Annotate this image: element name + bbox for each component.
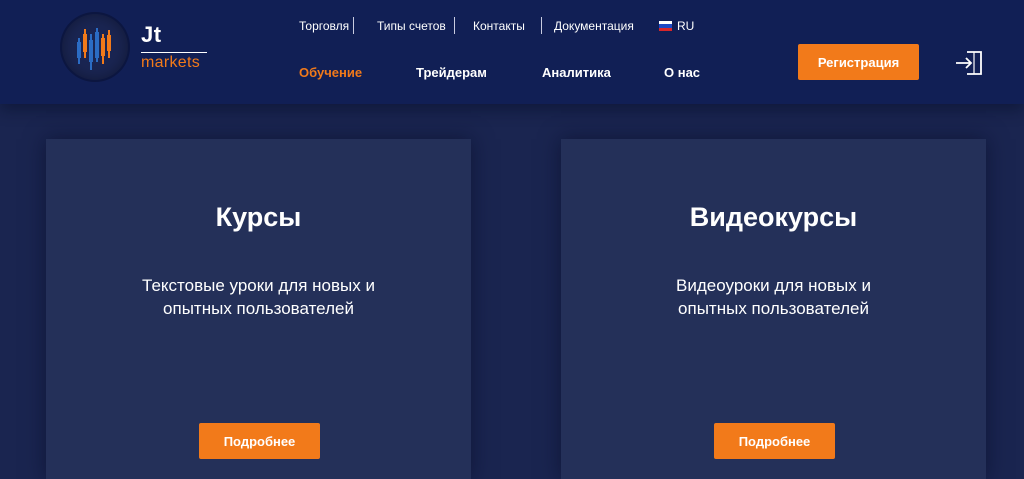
topnav-separator	[353, 17, 354, 34]
video-courses-title: Видеокурсы	[689, 202, 858, 232]
video-courses-more-button[interactable]: Подробнее	[714, 423, 835, 459]
topnav-separator	[454, 17, 455, 34]
mainnav-about[interactable]: О нас	[664, 64, 700, 81]
register-button[interactable]: Регистрация	[798, 44, 919, 80]
logo-mark[interactable]	[62, 14, 128, 80]
mainnav-education[interactable]: Обучение	[299, 64, 362, 81]
site-header: Jt markets Торговля Типы счетов Контакты…	[0, 0, 1024, 104]
video-courses-card: Видеокурсы Видеоуроки для новых и опытны…	[561, 139, 986, 479]
courses-title: Курсы	[215, 202, 302, 232]
login-icon[interactable]	[953, 46, 987, 80]
courses-description: Текстовые уроки для новых и опытных поль…	[142, 276, 375, 318]
russia-flag-icon[interactable]	[659, 21, 672, 31]
logo-subtitle[interactable]: markets	[141, 53, 200, 73]
topnav-separator	[541, 17, 542, 34]
mainnav-traders[interactable]: Трейдерам	[416, 64, 487, 81]
courses-more-button[interactable]: Подробнее	[199, 423, 320, 459]
topnav-account-types[interactable]: Типы счетов	[377, 18, 446, 34]
logo-brand[interactable]: Jt	[141, 22, 162, 48]
topnav-trading[interactable]: Торговля	[299, 18, 349, 34]
courses-card: Курсы Текстовые уроки для новых и опытны…	[46, 139, 471, 479]
mainnav-analytics[interactable]: Аналитика	[542, 64, 611, 81]
topnav-documentation[interactable]: Документация	[554, 18, 634, 34]
chart-bars-icon	[77, 28, 111, 70]
video-courses-description: Видеоуроки для новых и опытных пользоват…	[676, 276, 871, 318]
language-selector[interactable]: RU	[677, 18, 694, 34]
topnav-contacts[interactable]: Контакты	[473, 18, 525, 34]
